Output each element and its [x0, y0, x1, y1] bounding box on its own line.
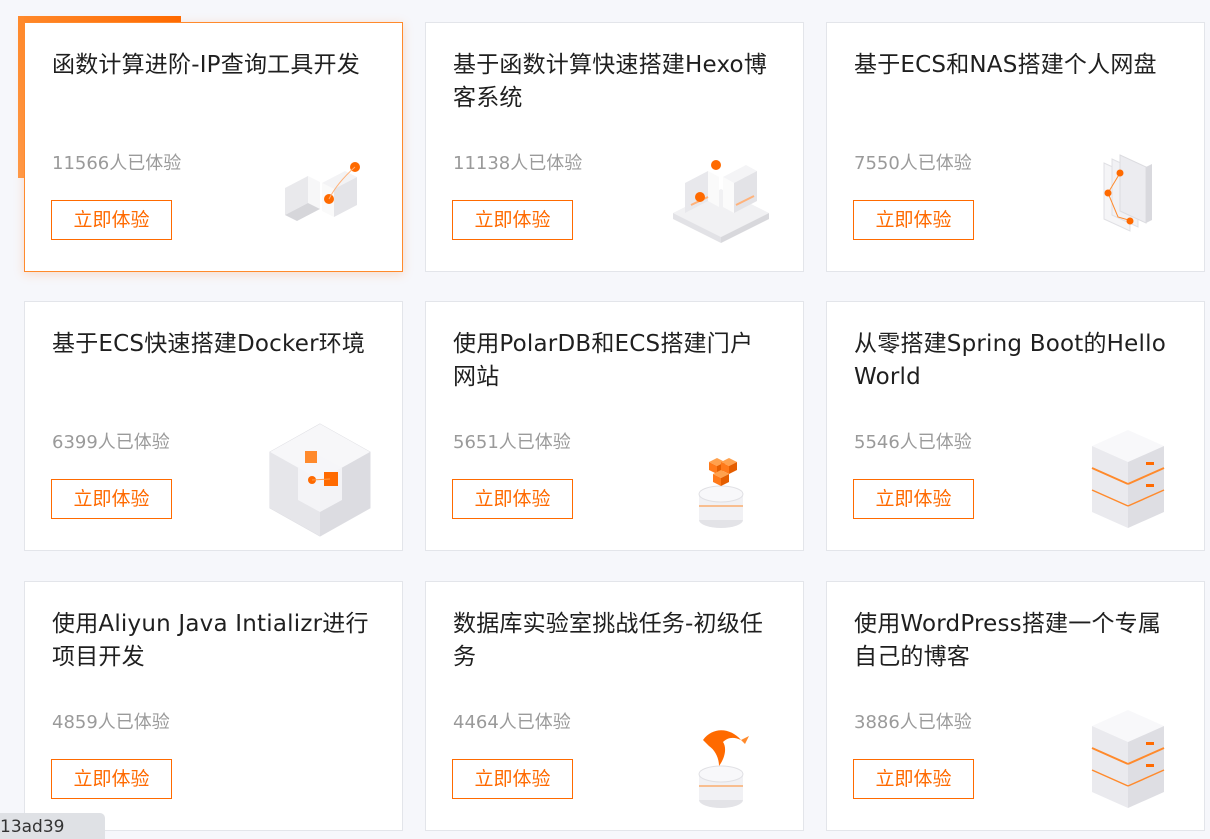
- server-stack-icon: [1062, 422, 1182, 540]
- server-stack-icon: [1062, 702, 1182, 820]
- lab-card-participants: 5651人已体验: [453, 432, 571, 453]
- try-now-button[interactable]: 立即体验: [853, 200, 974, 240]
- lab-card-grid: 函数计算进阶-IP查询工具开发 11566人已体验 立即体验 基于函数计算快速搭…: [0, 0, 1210, 839]
- lab-card[interactable]: 数据库实验室挑战任务-初级任务 4464人已体验 立即体验: [425, 581, 804, 831]
- try-now-button[interactable]: 立即体验: [51, 479, 172, 519]
- try-now-button[interactable]: 立即体验: [452, 479, 573, 519]
- lab-card[interactable]: 使用PolarDB和ECS搭建门户网站 5651人已体验 立即体验: [425, 301, 804, 551]
- lab-card-title[interactable]: 使用Aliyun Java Intializr进行项目开发: [52, 608, 372, 674]
- lab-card[interactable]: 使用Aliyun Java Intializr进行项目开发 4859人已体验 立…: [24, 581, 403, 831]
- lab-card-title[interactable]: 数据库实验室挑战任务-初级任务: [453, 608, 773, 674]
- lab-card[interactable]: 基于函数计算快速搭建Hexo博客系统 11138人已体验 立即体验: [425, 22, 804, 272]
- lab-card-title[interactable]: 使用PolarDB和ECS搭建门户网站: [453, 328, 773, 394]
- try-now-button[interactable]: 立即体验: [452, 200, 573, 240]
- lab-card-participants: 11566人已体验: [52, 153, 182, 174]
- try-now-button[interactable]: 立即体验: [51, 200, 172, 240]
- lab-card-participants: 3886人已体验: [854, 712, 972, 733]
- lab-card-participants: 4464人已体验: [453, 712, 571, 733]
- lab-card[interactable]: 基于ECS和NAS搭建个人网盘 7550人已体验 立即体验: [826, 22, 1205, 272]
- try-now-button[interactable]: 立即体验: [452, 759, 573, 799]
- container-cube-icon: [260, 422, 380, 540]
- lab-card-participants: 7550人已体验: [854, 153, 972, 174]
- lab-card-title[interactable]: 基于函数计算快速搭建Hexo博客系统: [453, 49, 773, 115]
- lab-card-title[interactable]: 从零搭建Spring Boot的Hello World: [854, 328, 1174, 394]
- lab-card-title[interactable]: 函数计算进阶-IP查询工具开发: [52, 49, 372, 82]
- lab-card-participants: 5546人已体验: [854, 432, 972, 453]
- lab-card-title[interactable]: 基于ECS和NAS搭建个人网盘: [854, 49, 1174, 82]
- lab-card-title[interactable]: 使用WordPress搭建一个专属自己的博客: [854, 608, 1174, 674]
- database-dolphin-icon: [661, 702, 781, 820]
- lab-card-title[interactable]: 基于ECS快速搭建Docker环境: [52, 328, 372, 361]
- lab-card-participants: 11138人已体验: [453, 153, 583, 174]
- function-compute-platform-icon: [661, 143, 781, 261]
- database-blocks-icon: [661, 422, 781, 540]
- lab-card[interactable]: 函数计算进阶-IP查询工具开发 11566人已体验 立即体验: [24, 22, 403, 272]
- function-compute-icon: [260, 143, 380, 261]
- try-now-button[interactable]: 立即体验: [51, 759, 172, 799]
- try-now-button[interactable]: 立即体验: [853, 479, 974, 519]
- status-url-tooltip: 13ad39: [0, 813, 105, 839]
- try-now-button[interactable]: 立即体验: [853, 759, 974, 799]
- lab-card[interactable]: 使用WordPress搭建一个专属自己的博客 3886人已体验 立即体验: [826, 581, 1205, 831]
- lab-card[interactable]: 从零搭建Spring Boot的Hello World 5546人已体验 立即体…: [826, 301, 1205, 551]
- lab-card-participants: 4859人已体验: [52, 712, 170, 733]
- storage-panels-icon: [1062, 143, 1182, 261]
- lab-card[interactable]: 基于ECS快速搭建Docker环境 6399人已体验 立即体验: [24, 301, 403, 551]
- lab-card-participants: 6399人已体验: [52, 432, 170, 453]
